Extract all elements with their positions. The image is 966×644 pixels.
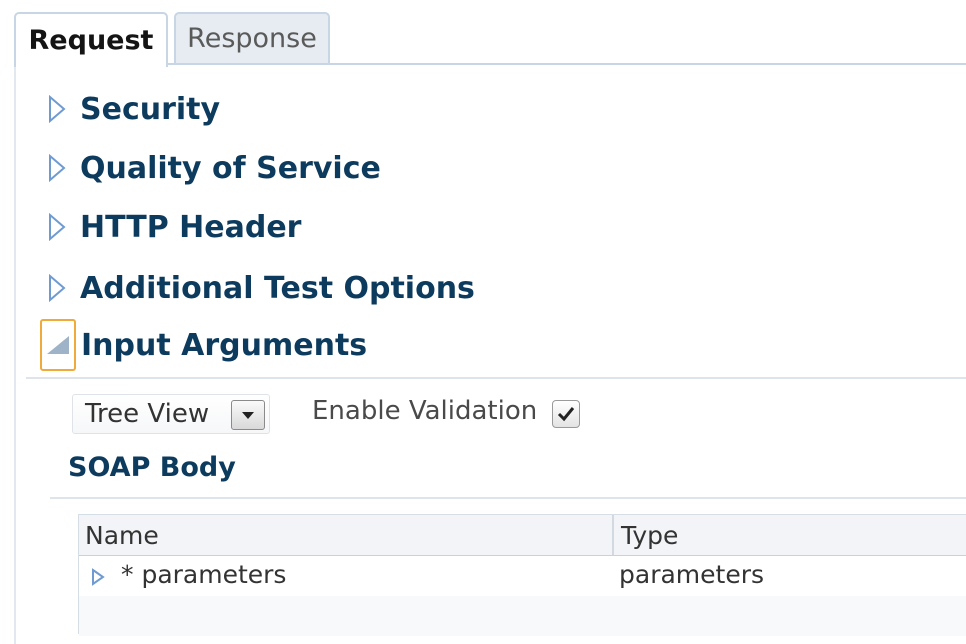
soap-body-divider	[50, 497, 966, 499]
enable-validation-checkbox[interactable]	[552, 400, 580, 428]
tab-response[interactable]: Response	[174, 12, 330, 63]
view-select-value: Tree View	[85, 399, 210, 429]
tab-request[interactable]: Request	[14, 12, 168, 67]
soap-body-heading: SOAP Body	[68, 452, 236, 483]
section-quality-of-service[interactable]: Quality of Service	[40, 143, 381, 193]
section-additional-test-options[interactable]: Additional Test Options	[40, 263, 475, 313]
table-row[interactable]: * parameters parameters	[79, 556, 966, 596]
table-header: Name Type	[79, 514, 966, 557]
triangle-right-icon[interactable]	[40, 271, 74, 305]
triangle-right-icon[interactable]	[91, 568, 105, 590]
section-label: Quality of Service	[80, 150, 381, 186]
triangle-right-icon[interactable]	[40, 210, 74, 244]
cell-type: parameters	[619, 560, 765, 589]
section-security[interactable]: Security	[40, 84, 220, 134]
tab-bar: Request Response	[0, 0, 966, 67]
panel-border	[14, 64, 16, 644]
section-label: Additional Test Options	[80, 270, 475, 306]
section-label: HTTP Header	[80, 209, 302, 245]
column-header-type[interactable]: Type	[621, 521, 678, 550]
column-resize-handle[interactable]	[612, 515, 614, 555]
section-label: Security	[80, 91, 221, 127]
section-input-arguments[interactable]: Input Arguments	[40, 319, 368, 371]
checkmark-icon	[557, 407, 575, 422]
triangle-down-icon[interactable]	[40, 319, 76, 371]
triangle-right-icon[interactable]	[40, 92, 74, 126]
section-http-header[interactable]: HTTP Header	[40, 202, 301, 252]
table-empty-area	[79, 596, 966, 636]
triangle-right-icon[interactable]	[40, 151, 74, 185]
column-header-name[interactable]: Name	[85, 521, 159, 550]
soap-body-table: Name Type * parameters parameters	[78, 514, 966, 636]
section-divider	[26, 377, 966, 379]
section-label: Input Arguments	[81, 327, 368, 363]
enable-validation-label: Enable Validation	[312, 396, 538, 426]
view-select[interactable]: Tree View	[72, 394, 270, 434]
cell-name: * parameters	[121, 560, 287, 589]
chevron-down-icon[interactable]	[231, 400, 265, 430]
